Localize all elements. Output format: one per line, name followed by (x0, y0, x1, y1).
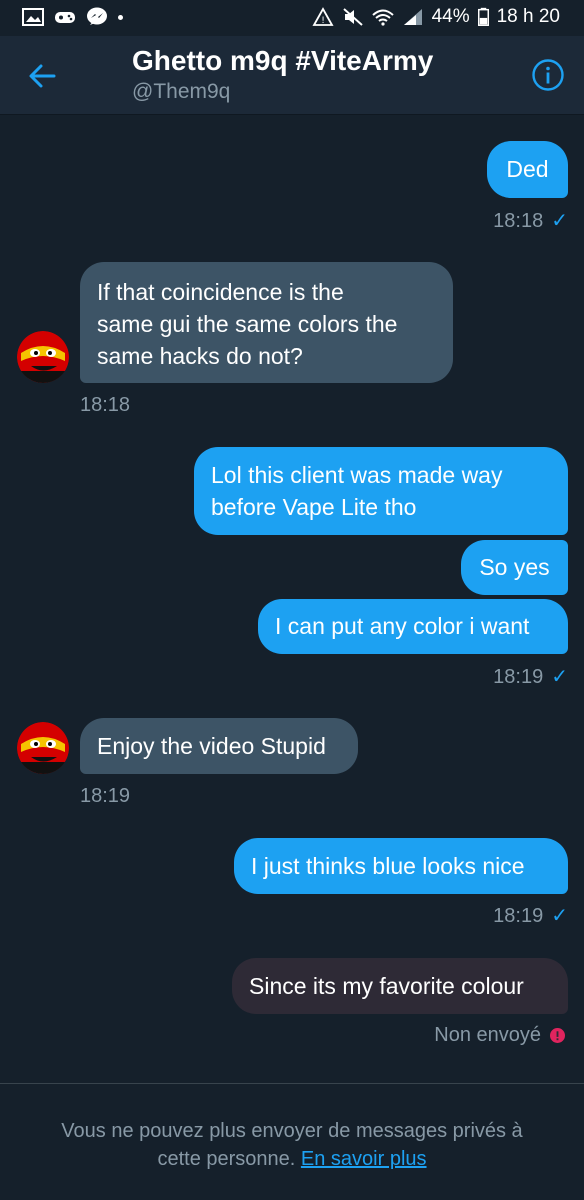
wifi-icon (371, 9, 394, 26)
timestamp-text: 18:19 (493, 666, 544, 688)
signal-icon (403, 9, 422, 25)
messenger-notification-icon (87, 7, 107, 25)
unsent-status-text: Non envoyé (434, 1024, 541, 1046)
notice-line-2: cette personne. En savoir plus (0, 1145, 584, 1173)
unsent-message[interactable]: Since its my favorite colour (232, 958, 568, 1014)
message-text: I can put any color i want (275, 613, 530, 639)
conversation-title: Ghetto m9q #ViteArmy (132, 45, 434, 76)
message-text: Enjoy the video Stupid (97, 733, 326, 759)
message-line: same gui the same colors the (97, 311, 398, 337)
footer-divider (0, 1083, 584, 1084)
message-line: same hacks do not? (97, 343, 303, 369)
sent-check-icon: ✓ (551, 210, 568, 232)
sent-check-icon: ✓ (551, 666, 568, 688)
message-line: Lol this client was made way (211, 462, 503, 488)
incoming-message[interactable]: Enjoy the video Stupid (80, 718, 358, 774)
game-notification-icon (55, 12, 75, 23)
gallery-notification-icon (22, 8, 44, 26)
mute-icon (342, 8, 363, 26)
message-timestamp: 18:19 (80, 785, 131, 807)
message-timestamp: 18:19 ✓ (493, 903, 568, 928)
avatar[interactable] (17, 722, 69, 774)
learn-more-link[interactable]: En savoir plus (301, 1148, 427, 1170)
outgoing-message[interactable]: I just thinks blue looks nice (234, 838, 568, 894)
outgoing-message[interactable]: Ded (487, 141, 568, 198)
timestamp-text: 18:19 (493, 905, 544, 927)
message-timestamp: 18:19 ✓ (493, 664, 568, 689)
message-text: I just thinks blue looks nice (251, 853, 525, 879)
notice-line-1: Vous ne pouvez plus envoyer de messages … (61, 1120, 523, 1142)
message-status: Non envoyé (434, 1024, 565, 1047)
message-text: Since its my favorite colour (249, 973, 524, 999)
outgoing-message[interactable]: Lol this client was made way before Vape… (194, 447, 568, 535)
timestamp-text: 18:18 (493, 210, 544, 232)
sent-check-icon: ✓ (551, 905, 568, 927)
message-text: Ded (506, 156, 549, 182)
status-bar: ! 44% 18 h 20 (0, 0, 584, 36)
error-icon[interactable] (550, 1028, 565, 1043)
battery-icon (477, 7, 489, 26)
outgoing-message[interactable]: So yes (461, 540, 568, 595)
message-timestamp: 18:18 (80, 394, 131, 416)
dm-disabled-notice: Vous ne pouvez plus envoyer de messages … (0, 1117, 584, 1173)
status-time: 18 h 20 (496, 6, 560, 27)
message-timestamp: 18:18 ✓ (493, 208, 568, 233)
back-arrow-icon[interactable] (24, 58, 60, 94)
info-icon[interactable] (531, 58, 565, 92)
more-notifications-dot (118, 14, 123, 20)
avatar[interactable] (17, 331, 69, 383)
incoming-message[interactable]: If that coincidence is the same gui the … (80, 262, 453, 383)
outgoing-message[interactable]: I can put any color i want (258, 599, 568, 654)
svg-text:!: ! (321, 16, 325, 26)
message-text: So yes (479, 554, 550, 580)
conversation-header: Ghetto m9q #ViteArmy @Them9q (0, 36, 584, 115)
conversation-handle: @Them9q (132, 80, 231, 103)
message-line: If that coincidence is the (97, 279, 344, 305)
avatar-image (17, 722, 69, 774)
battery-percent: 44% (431, 6, 470, 27)
notice-text: cette personne. (157, 1148, 296, 1170)
avatar-image (17, 331, 69, 383)
data-saver-icon: ! (312, 7, 334, 26)
message-line: before Vape Lite tho (211, 494, 417, 520)
